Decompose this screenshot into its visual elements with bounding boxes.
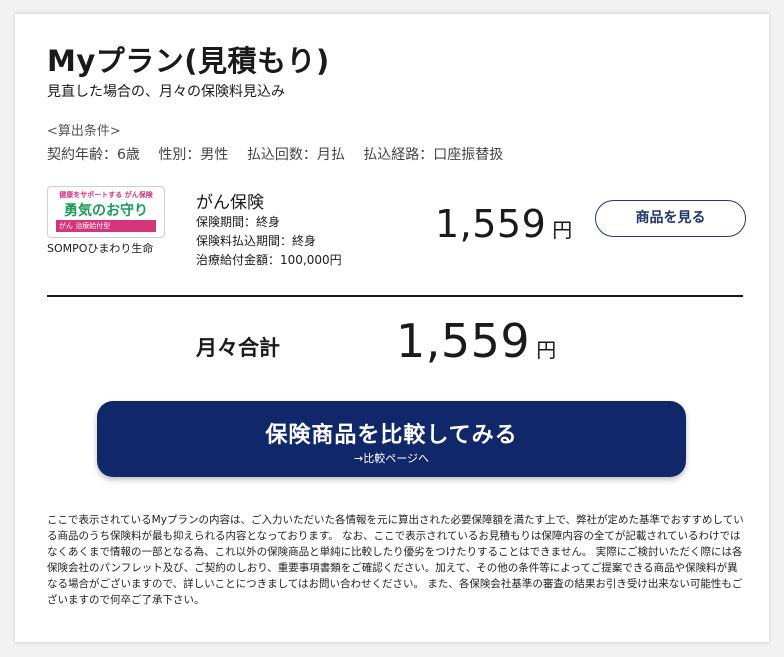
compare-button-label: 保険商品を比較してみる bbox=[265, 423, 518, 448]
product-logo: 健康をサポートする がん保険 勇気のお守り がん 治療給付型 bbox=[47, 186, 165, 238]
condition-route: 払込経路：口座振替扱 bbox=[363, 147, 504, 163]
total-price: 1,559 円 bbox=[396, 314, 556, 368]
product-price: 1,559 円 bbox=[435, 202, 572, 246]
page-title: Myプラン(見積もり) bbox=[47, 44, 330, 78]
product-period: 保険期間：終身 bbox=[196, 215, 281, 229]
total-label: 月々合計 bbox=[196, 336, 280, 360]
divider bbox=[47, 295, 743, 297]
compare-products-button[interactable]: 保険商品を比較してみる →比較ページへ bbox=[97, 401, 686, 477]
company-name: SOMPOひまわり生命 bbox=[47, 242, 154, 255]
total-price-unit: 円 bbox=[536, 338, 557, 362]
condition-age: 契約年齢：6歳 bbox=[47, 147, 140, 163]
condition-gender: 性別：男性 bbox=[158, 147, 229, 163]
compare-button-sublabel: →比較ページへ bbox=[354, 452, 429, 465]
product-benefit: 治療給付金額：100,000円 bbox=[196, 253, 342, 267]
product-price-value: 1,559 bbox=[435, 202, 547, 246]
conditions-row: 契約年齢：6歳 性別：男性 払込回数：月払 払込経路：口座振替扱 bbox=[47, 144, 517, 164]
logo-tagline: 健康をサポートする がん保険 bbox=[59, 191, 153, 199]
product-payment-period: 保険料払込期間：終身 bbox=[196, 234, 317, 248]
product-price-unit: 円 bbox=[552, 218, 573, 242]
page-subtitle: 見直した場合の、月々の保険料見込み bbox=[47, 84, 285, 100]
conditions-heading: <算出条件> bbox=[47, 124, 121, 139]
disclaimer-text: ここで表示されているMyプランの内容は、ご入力いただいた各情報を元に算出された必… bbox=[47, 514, 744, 606]
total-price-value: 1,559 bbox=[396, 314, 531, 368]
view-product-button[interactable]: 商品を見る bbox=[595, 200, 746, 237]
logo-name: 勇気のお守り bbox=[64, 203, 148, 219]
plan-card: Myプラン(見積もり) 見直した場合の、月々の保険料見込み <算出条件> 契約年… bbox=[15, 14, 769, 642]
logo-band: がん 治療給付型 bbox=[56, 220, 156, 232]
condition-frequency: 払込回数：月払 bbox=[246, 147, 345, 163]
product-name: がん保険 bbox=[196, 193, 264, 213]
